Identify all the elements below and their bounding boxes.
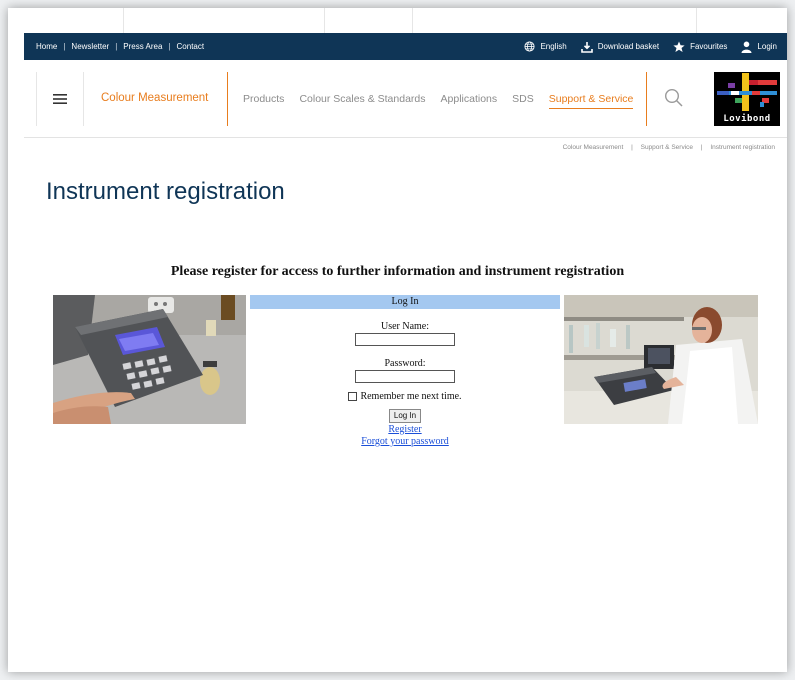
tab-divider — [696, 8, 697, 33]
user-icon — [741, 41, 752, 53]
separator: | — [115, 42, 118, 51]
section-title[interactable]: Colour Measurement — [101, 92, 208, 104]
utility-actions: English Download basket Favourites Login — [510, 41, 787, 53]
home-link[interactable]: Home — [36, 42, 57, 51]
breadcrumb-current: Instrument registration — [710, 144, 775, 151]
nav-support-service[interactable]: Support & Service — [548, 93, 634, 109]
language-label: English — [540, 42, 567, 51]
page-title: Instrument registration — [46, 178, 285, 205]
main-header: Colour Measurement Products Colour Scale… — [24, 60, 787, 138]
password-label: Password: — [384, 358, 426, 369]
language-selector[interactable]: English — [524, 41, 567, 52]
press-area-link[interactable]: Press Area — [123, 42, 162, 51]
newsletter-link[interactable]: Newsletter — [71, 42, 109, 51]
main-nav: Products Colour Scales & Standards Appli… — [243, 93, 648, 109]
separator: | — [700, 144, 703, 151]
username-label: User Name: — [380, 321, 430, 332]
breadcrumb: Colour Measurement | Support & Service |… — [563, 144, 775, 151]
forgot-password-link[interactable]: Forgot your password — [250, 436, 560, 448]
download-basket-label: Download basket — [597, 42, 660, 51]
nav-applications[interactable]: Applications — [441, 93, 498, 109]
search-icon — [664, 88, 683, 107]
nav-colour-scales[interactable]: Colour Scales & Standards — [299, 93, 425, 109]
orange-divider — [227, 72, 228, 126]
contact-link[interactable]: Contact — [177, 42, 205, 51]
tab-divider — [324, 8, 325, 33]
utility-bar: Home | Newsletter | Press Area | Contact… — [24, 33, 787, 60]
password-input[interactable] — [355, 370, 455, 383]
nav-products[interactable]: Products — [243, 93, 284, 109]
breadcrumb-item[interactable]: Support & Service — [641, 144, 693, 151]
globe-icon — [524, 41, 535, 52]
download-icon — [580, 41, 593, 53]
register-heading: Please register for access to further in… — [170, 264, 625, 279]
breadcrumb-item[interactable]: Colour Measurement — [563, 144, 624, 151]
login-label: Login — [757, 42, 777, 51]
separator: | — [631, 144, 633, 151]
login-submit-button[interactable]: Log In — [388, 409, 422, 423]
register-link[interactable]: Register — [250, 424, 560, 436]
utility-links: Home | Newsletter | Press Area | Contact — [24, 42, 204, 51]
menu-button[interactable] — [36, 72, 84, 126]
favourites-button[interactable]: Favourites — [673, 41, 727, 53]
instrument-keypad-image — [53, 295, 246, 424]
separator: | — [168, 42, 171, 51]
lab-technician-image — [564, 295, 758, 424]
favourites-label: Favourites — [690, 42, 728, 51]
search-button[interactable] — [664, 88, 684, 113]
remember-me-checkbox[interactable] — [348, 392, 358, 401]
hamburger-icon — [53, 94, 67, 104]
logo-mark-icon — [717, 73, 777, 111]
nav-sds[interactable]: SDS — [512, 93, 534, 109]
browser-frame: Home | Newsletter | Press Area | Contact… — [8, 8, 787, 672]
top-strip — [8, 8, 787, 33]
login-button[interactable]: Login — [741, 41, 777, 53]
remember-me-row: Remember me next time. — [250, 391, 560, 402]
lovibond-logo[interactable]: Lovibond — [714, 72, 780, 126]
orange-divider — [646, 72, 647, 126]
logo-text: Lovibond — [723, 114, 771, 124]
login-panel: Log In User Name: Password: Remember me … — [250, 295, 560, 448]
separator: | — [63, 42, 66, 51]
username-input[interactable] — [355, 333, 455, 346]
login-heading: Log In — [250, 295, 560, 309]
remember-me-label[interactable]: Remember me next time. — [360, 391, 461, 402]
star-icon — [673, 41, 685, 52]
download-basket-button[interactable]: Download basket — [580, 41, 660, 53]
tab-divider — [123, 8, 124, 33]
tab-divider — [412, 8, 413, 33]
